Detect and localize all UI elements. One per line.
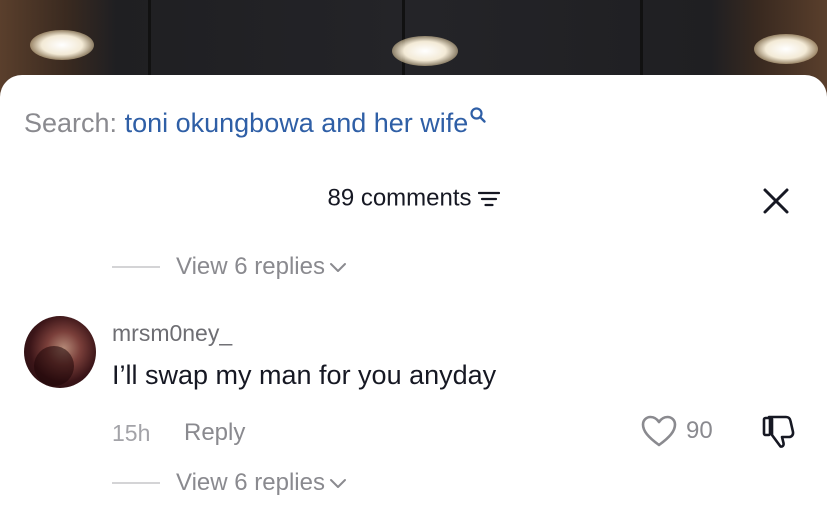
ceiling-light	[754, 34, 818, 64]
comment-timestamp: 15h	[112, 420, 151, 446]
view-replies-label: View 6 replies	[176, 253, 325, 280]
ceiling-beam	[148, 0, 151, 75]
like-button[interactable]: 90	[640, 414, 713, 448]
thumbs-down-icon[interactable]	[760, 413, 798, 449]
view-replies-button[interactable]: View 6 replies	[112, 468, 347, 498]
ceiling-light	[392, 36, 458, 66]
reply-button[interactable]: Reply	[184, 419, 245, 447]
comments-count: 89 comments	[327, 184, 472, 212]
search-suggestion[interactable]: Search: toni okungbowa and her wife	[24, 106, 487, 139]
chevron-down-icon	[329, 263, 346, 272]
avatar[interactable]	[24, 316, 96, 388]
ceiling-light	[30, 30, 94, 60]
comment-text: I’ll swap my man for you anyday	[112, 360, 497, 390]
comments-sheet	[0, 75, 827, 515]
view-replies-label: View 6 replies	[176, 469, 325, 496]
replies-divider-line	[112, 266, 160, 268]
ceiling-beam	[640, 0, 643, 75]
search-query-link[interactable]: toni okungbowa and her wife	[125, 108, 469, 138]
ceiling-beam	[402, 0, 405, 75]
like-count: 90	[686, 417, 713, 444]
search-icon[interactable]	[469, 106, 487, 124]
comment-username[interactable]: mrsm0ney_	[112, 320, 232, 347]
search-prefix: Search:	[24, 108, 118, 138]
view-replies-button[interactable]: View 6 replies	[112, 252, 347, 282]
close-icon[interactable]	[760, 185, 792, 217]
comments-header: 89 comments	[0, 184, 827, 213]
chevron-down-icon	[329, 479, 346, 488]
heart-icon[interactable]	[640, 414, 678, 448]
avatar-shade	[34, 346, 74, 386]
replies-divider-line	[112, 482, 160, 484]
filter-icon[interactable]	[477, 190, 500, 208]
